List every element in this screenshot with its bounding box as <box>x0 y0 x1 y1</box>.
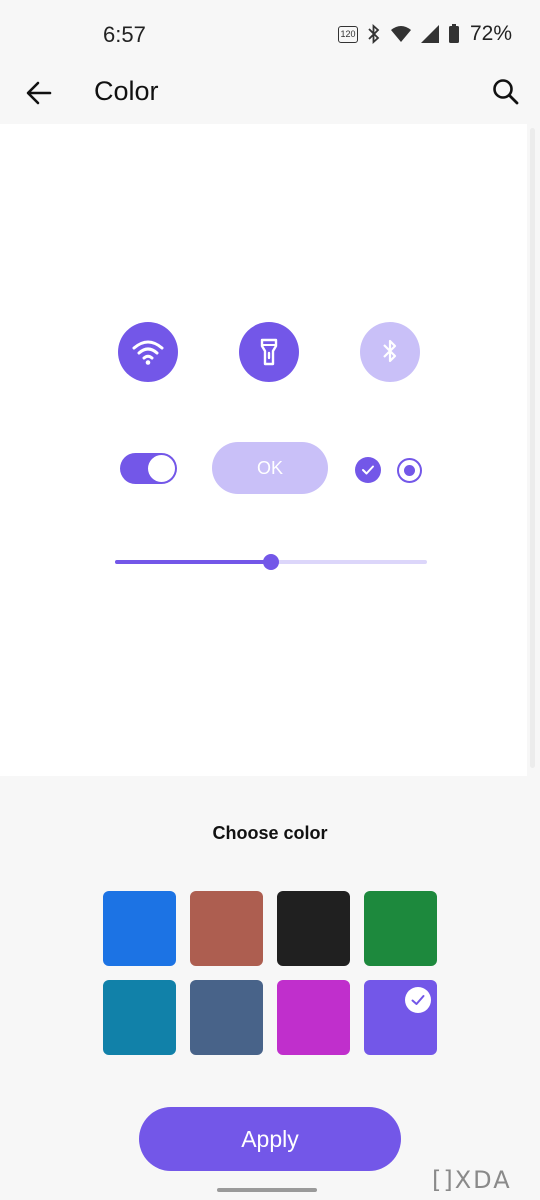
watermark-text: XDA <box>454 1166 512 1194</box>
wifi-tile <box>118 322 178 382</box>
watermark-logo: []XDA <box>432 1166 512 1194</box>
search-button[interactable] <box>490 76 522 108</box>
color-swatch[interactable] <box>190 891 263 966</box>
scrollbar[interactable] <box>530 128 535 768</box>
color-swatch[interactable] <box>190 980 263 1055</box>
choose-color-title: Choose color <box>212 823 328 843</box>
battery-percent: 72% <box>469 22 512 45</box>
status-bar: 6:57 120 72% <box>0 0 540 70</box>
radio-dot <box>404 465 415 476</box>
selected-check-icon <box>405 987 431 1013</box>
sample-radio <box>397 458 422 483</box>
slider-thumb <box>263 554 279 570</box>
sample-toggle <box>120 453 177 484</box>
wifi-icon <box>132 340 164 365</box>
wifi-status-icon <box>390 26 411 42</box>
home-indicator[interactable] <box>217 1188 317 1192</box>
app-bar: Color <box>0 70 540 124</box>
status-time: 6:57 <box>103 22 146 47</box>
refresh-rate-icon: 120 <box>337 25 358 43</box>
sample-ok-button: OK <box>212 442 328 494</box>
bluetooth-status-icon <box>368 24 380 44</box>
color-swatch[interactable] <box>364 980 437 1055</box>
color-swatch[interactable] <box>103 980 176 1055</box>
status-icons: 120 72% <box>337 22 512 46</box>
bluetooth-tile <box>360 322 420 382</box>
toggle-knob <box>148 455 175 482</box>
sample-checkbox <box>355 457 381 483</box>
color-swatch[interactable] <box>277 980 350 1055</box>
color-swatch[interactable] <box>277 891 350 966</box>
search-icon <box>493 79 519 105</box>
slider-fill <box>115 560 271 564</box>
battery-icon <box>448 24 459 43</box>
check-icon <box>362 465 374 475</box>
color-swatch[interactable] <box>364 891 437 966</box>
back-button[interactable] <box>22 76 56 110</box>
signal-icon <box>420 25 439 43</box>
apply-button[interactable]: Apply <box>139 1107 401 1171</box>
arrow-left-icon <box>26 81 52 105</box>
flashlight-tile <box>239 322 299 382</box>
color-swatch[interactable] <box>103 891 176 966</box>
bluetooth-icon <box>383 339 397 363</box>
sample-slider <box>115 554 427 570</box>
flashlight-icon <box>260 338 278 366</box>
page-title: Color <box>94 76 159 106</box>
